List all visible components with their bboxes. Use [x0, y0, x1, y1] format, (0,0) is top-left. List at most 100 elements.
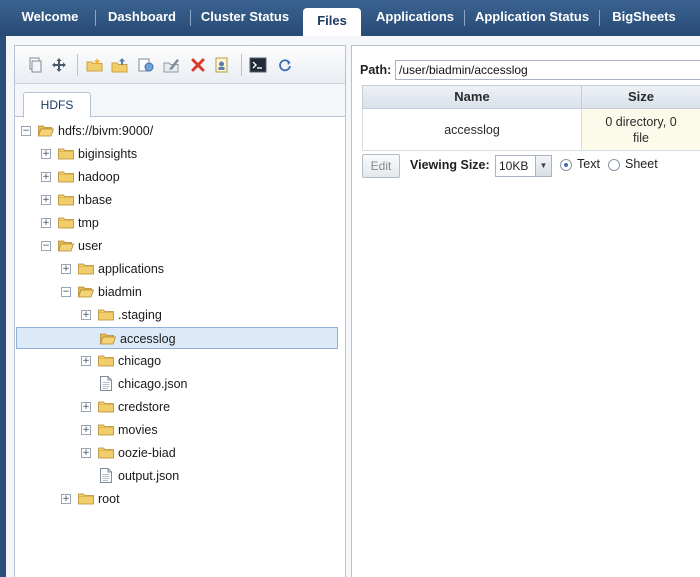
- tree-node-label: user: [78, 239, 103, 253]
- rename-icon[interactable]: [162, 55, 182, 75]
- tree-node-label: oozie-biad: [118, 446, 176, 460]
- file-icon: [100, 376, 112, 391]
- expand-icon[interactable]: +: [41, 149, 51, 159]
- folder-icon: [58, 171, 74, 183]
- expand-icon[interactable]: +: [81, 402, 91, 412]
- folder-icon: [98, 424, 114, 436]
- column-header-size[interactable]: Size: [581, 85, 700, 109]
- viewing-size-label: Viewing Size:: [410, 158, 490, 172]
- permissions-icon[interactable]: [212, 55, 232, 75]
- cell-size-line1: 0 directory, 0: [605, 114, 677, 129]
- expand-icon[interactable]: +: [81, 310, 91, 320]
- viewing-size-select[interactable]: 10KB ▼: [495, 155, 552, 177]
- download-icon[interactable]: [136, 55, 156, 75]
- folder-open-icon: [100, 333, 116, 345]
- new-folder-icon[interactable]: [85, 55, 105, 75]
- folder-icon: [78, 263, 94, 275]
- tab-bigsheets[interactable]: BigSheets: [608, 6, 680, 30]
- tree-node[interactable]: + hadoop: [15, 166, 345, 188]
- tree-node[interactable]: + .staging: [15, 304, 345, 326]
- expand-icon[interactable]: +: [61, 494, 71, 504]
- file-browser-panel: HDFS − hdfs://bivm:9000/ + biginsights + hado…: [14, 45, 346, 577]
- tree-node-label: credstore: [118, 400, 171, 414]
- tree-node[interactable]: + hbase: [15, 189, 345, 211]
- move-icon[interactable]: [49, 55, 69, 75]
- tree-node[interactable]: − user: [15, 235, 345, 257]
- radio-text-label[interactable]: Text: [577, 157, 600, 171]
- file-toolbar: [15, 46, 345, 84]
- expand-icon[interactable]: +: [41, 218, 51, 228]
- tab-separator: [599, 10, 600, 26]
- copy-icon[interactable]: [25, 55, 45, 75]
- tab-applications[interactable]: Applications: [374, 6, 456, 30]
- collapse-icon[interactable]: −: [21, 126, 31, 136]
- folder-open-icon: [58, 240, 74, 252]
- tab-files[interactable]: Files: [303, 8, 361, 36]
- folder-icon: [58, 194, 74, 206]
- tab-separator: [95, 10, 96, 26]
- tab-cluster-status[interactable]: Cluster Status: [198, 6, 292, 30]
- tree-node-label: biginsights: [78, 147, 138, 161]
- radio-sheet-label[interactable]: Sheet: [625, 157, 658, 171]
- tree-node[interactable]: − hdfs://bivm:9000/: [15, 120, 345, 142]
- tree-node-label: chicago: [118, 354, 162, 368]
- collapse-icon[interactable]: −: [41, 241, 51, 251]
- chevron-down-icon[interactable]: ▼: [535, 156, 551, 176]
- delete-icon[interactable]: [188, 55, 208, 75]
- tab-hdfs[interactable]: HDFS: [23, 92, 91, 118]
- viewer-controls: Edit Viewing Size: 10KB ▼ Text Sheet: [362, 154, 700, 180]
- tree-node[interactable]: + chicago: [15, 350, 345, 372]
- folder-icon: [78, 493, 94, 505]
- refresh-icon[interactable]: [275, 55, 295, 75]
- file-icon: [100, 468, 112, 483]
- column-header-name[interactable]: Name: [362, 85, 582, 109]
- tree-node-label: hadoop: [78, 170, 120, 184]
- collapse-icon[interactable]: −: [61, 287, 71, 297]
- expand-icon[interactable]: +: [41, 172, 51, 182]
- upload-icon[interactable]: [110, 55, 130, 75]
- expand-icon[interactable]: +: [41, 195, 51, 205]
- expand-icon[interactable]: +: [81, 448, 91, 458]
- tree-node[interactable]: accesslog: [16, 327, 338, 349]
- cell-size: 0 directory, 0 file: [581, 109, 700, 151]
- tab-separator: [190, 10, 191, 26]
- cell-size-line2: file: [633, 130, 649, 145]
- folder-icon: [98, 401, 114, 413]
- tree-node-label: hdfs://bivm:9000/: [58, 124, 154, 138]
- expand-icon[interactable]: +: [81, 356, 91, 366]
- folder-icon: [58, 148, 74, 160]
- tree-node-label: applications: [98, 262, 165, 276]
- tree-node-label: chicago.json: [118, 377, 188, 391]
- expand-icon[interactable]: +: [81, 425, 91, 435]
- edit-button[interactable]: Edit: [362, 154, 400, 178]
- path-input[interactable]: /user/biadmin/accesslog: [395, 60, 700, 80]
- folder-open-icon: [38, 125, 54, 137]
- tab-dashboard[interactable]: Dashboard: [104, 6, 180, 30]
- tree-node[interactable]: + root: [15, 488, 345, 510]
- tree-node-label: root: [98, 492, 120, 506]
- tab-application-status[interactable]: Application Status: [474, 6, 590, 30]
- tree-node[interactable]: + tmp: [15, 212, 345, 234]
- tree-node-label: tmp: [78, 216, 99, 230]
- filesystem-tabbar: HDFS: [15, 84, 345, 118]
- tree-node[interactable]: + oozie-biad: [15, 442, 345, 464]
- viewing-size-value: 10KB: [499, 159, 529, 173]
- toolbar-separator: [77, 54, 78, 76]
- tree-node[interactable]: − biadmin: [15, 281, 345, 303]
- terminal-icon[interactable]: [248, 55, 268, 75]
- radio-sheet[interactable]: [608, 159, 620, 171]
- tree-node-label: hbase: [78, 193, 113, 207]
- tree-node[interactable]: + biginsights: [15, 143, 345, 165]
- expand-icon[interactable]: +: [61, 264, 71, 274]
- folder-icon: [98, 355, 114, 367]
- tree-node-label: movies: [118, 423, 158, 437]
- tree-node[interactable]: + credstore: [15, 396, 345, 418]
- tree-node[interactable]: + applications: [15, 258, 345, 280]
- cell-name[interactable]: accesslog: [362, 109, 582, 151]
- tree-node[interactable]: + movies: [15, 419, 345, 441]
- tab-welcome[interactable]: Welcome: [14, 6, 86, 30]
- folder-icon: [58, 217, 74, 229]
- tree-node[interactable]: chicago.json: [15, 373, 345, 395]
- radio-text[interactable]: [560, 159, 572, 171]
- tree-node[interactable]: output.json: [15, 465, 345, 487]
